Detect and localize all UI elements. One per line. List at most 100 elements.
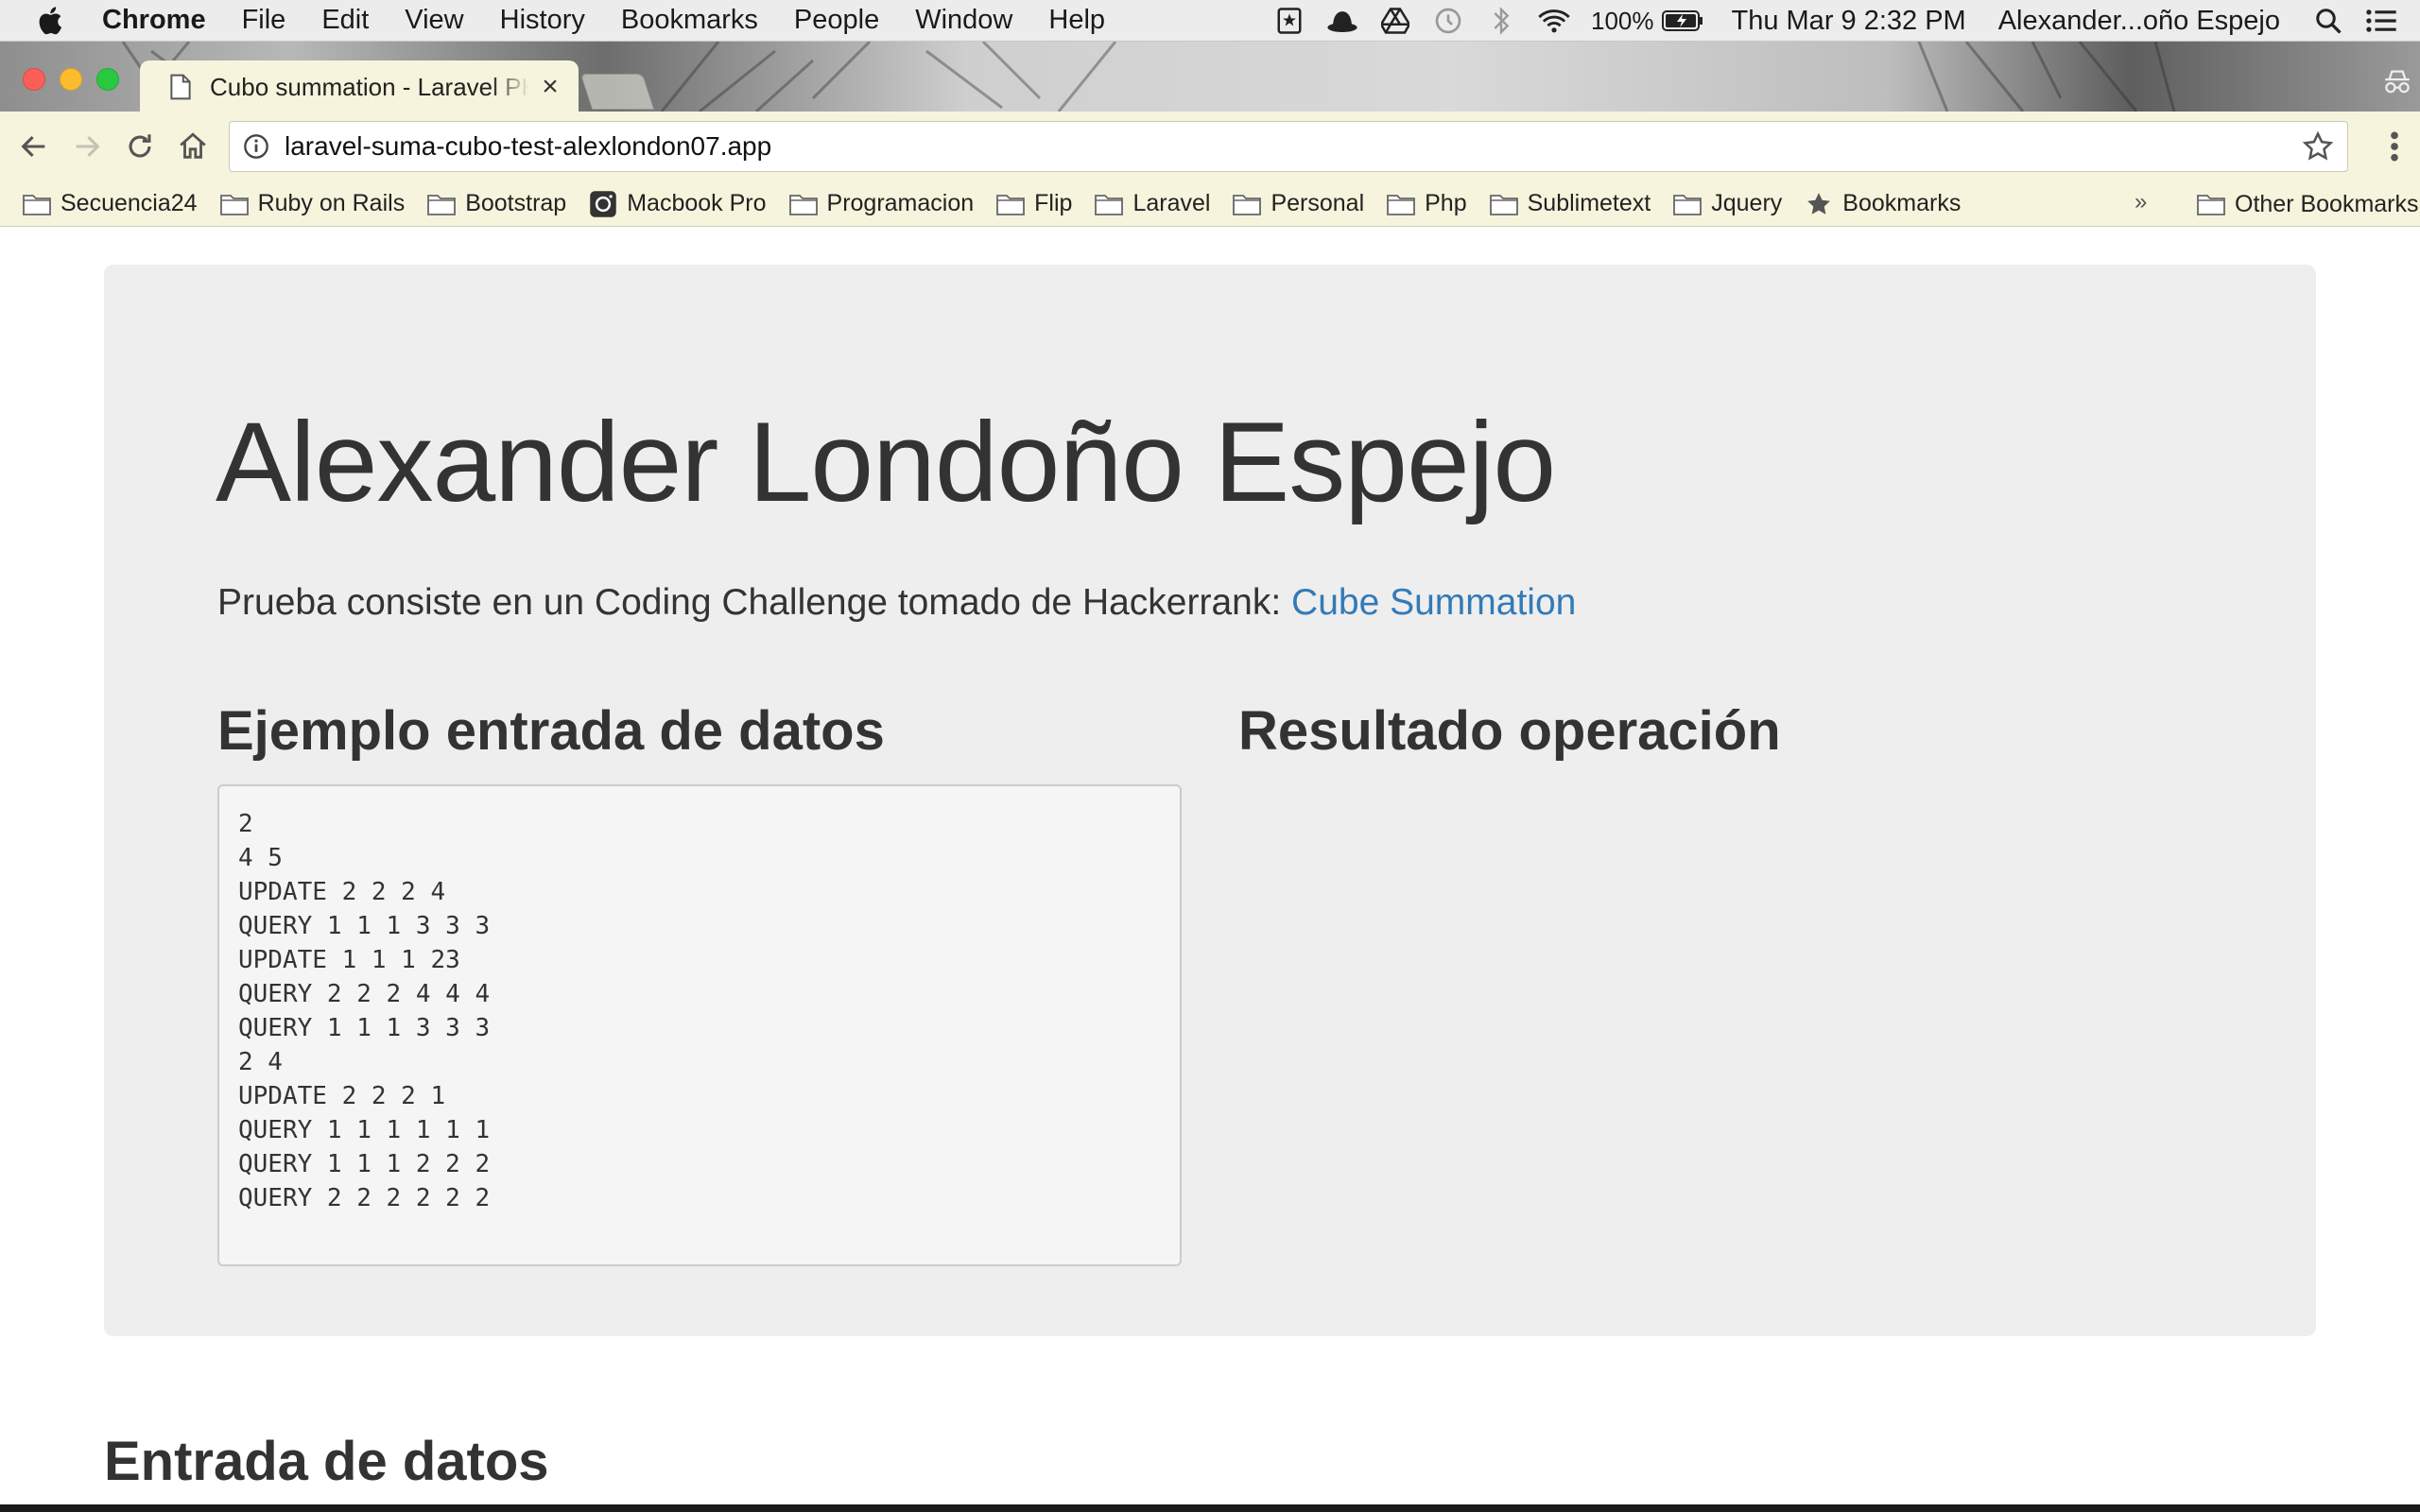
bookmark-macbook-pro[interactable]: Macbook Pro (589, 190, 767, 218)
bookmark-label: Sublimetext (1527, 190, 1651, 216)
menu-edit[interactable]: Edit (321, 5, 369, 36)
example-line: QUERY 1 1 1 3 3 3 (238, 912, 491, 940)
bookmark-ruby-on-rails[interactable]: Ruby on Rails (219, 190, 406, 217)
example-line: UPDATE 2 2 2 1 (238, 1082, 446, 1110)
bookmark-label: Laravel (1132, 190, 1211, 216)
jumbotron: Alexander Londoño Espejo Prueba consiste… (104, 265, 2316, 1336)
star-icon (1807, 192, 1831, 215)
example-input-block: 2 4 5 UPDATE 2 2 2 4 QUERY 1 1 1 3 3 3 U… (217, 784, 1182, 1266)
menu-people[interactable]: People (794, 5, 879, 36)
bookmark-programacion[interactable]: Programacion (788, 190, 975, 217)
tab-active[interactable]: Cubo summation - Laravel PHP × (140, 60, 579, 112)
bookmark-label: Other Bookmarks (2235, 190, 2419, 217)
result-heading: Resultado operación (1238, 700, 1781, 762)
bookmark-laravel[interactable]: Laravel (1095, 190, 1210, 217)
example-line: QUERY 1 1 1 2 2 2 (238, 1150, 491, 1178)
bowler-hat-icon[interactable] (1326, 5, 1358, 37)
user-name[interactable]: Alexander...oño Espejo (1998, 6, 2280, 37)
menu-history[interactable]: History (500, 5, 585, 36)
cube-summation-link[interactable]: Cube Summation (1291, 582, 1576, 623)
home-button[interactable] (174, 128, 212, 165)
time-machine-icon[interactable] (1432, 5, 1464, 37)
example-line: 4 5 (238, 844, 283, 872)
folder-icon (996, 194, 1026, 215)
battery-icon[interactable] (1661, 5, 1703, 37)
drive-icon[interactable] (1379, 5, 1411, 37)
folder-icon (1233, 194, 1262, 215)
spotlight-icon[interactable] (2312, 5, 2344, 37)
bookmark-bookmarks[interactable]: Bookmarks (1805, 190, 1961, 218)
example-line: QUERY 1 1 1 3 3 3 (238, 1014, 491, 1042)
window-zoom-button[interactable] (96, 68, 119, 91)
folder-icon (2197, 195, 2225, 215)
more-menu-icon[interactable] (2380, 128, 2409, 165)
script-editor-icon[interactable] (1273, 5, 1305, 37)
folder-icon (788, 194, 818, 215)
folder-icon (1095, 194, 1124, 215)
battery-percent: 100% (1591, 6, 1654, 35)
info-icon[interactable] (243, 133, 269, 160)
tab-title: Cubo summation - Laravel PHP (210, 72, 529, 101)
bookmark-jquery[interactable]: Jquery (1673, 190, 1782, 217)
bookmark-label: Ruby on Rails (257, 190, 406, 216)
menu-app-chrome[interactable]: Chrome (102, 5, 206, 36)
folder-icon (427, 194, 457, 215)
clock[interactable]: Thu Mar 9 2:32 PM (1732, 6, 1966, 37)
bookmark-personal[interactable]: Personal (1233, 190, 1364, 217)
bluetooth-icon[interactable] (1485, 5, 1517, 37)
bookmark-label: Jquery (1711, 190, 1783, 216)
notification-center-icon[interactable] (2365, 5, 2397, 37)
example-line: QUERY 2 2 2 4 4 4 (238, 980, 491, 1008)
wifi-icon[interactable] (1538, 5, 1570, 37)
reload-button[interactable] (121, 128, 159, 165)
window-close-button[interactable] (23, 68, 45, 91)
bookmark-star-icon[interactable] (2302, 130, 2334, 163)
menu-help[interactable]: Help (1048, 5, 1105, 36)
window-minimize-button[interactable] (60, 68, 82, 91)
tab-close-icon[interactable]: × (537, 71, 563, 102)
bookmark-label: Flip (1034, 190, 1073, 216)
example-line: 2 (238, 810, 253, 838)
page-icon (170, 74, 191, 100)
apple-icon[interactable] (36, 5, 68, 37)
url-text[interactable]: laravel-suma-cubo-test-alexlondon07.app (285, 131, 2302, 162)
menu-file[interactable]: File (242, 5, 286, 36)
example-line: QUERY 1 1 1 1 1 1 (238, 1116, 491, 1144)
forward-button[interactable] (68, 128, 106, 165)
window-bottom-edge (0, 1504, 2420, 1512)
incognito-icon[interactable] (2380, 66, 2414, 98)
address-bar[interactable]: laravel-suma-cubo-test-alexlondon07.app (229, 121, 2348, 172)
folder-icon (1489, 194, 1518, 215)
example-line: UPDATE 2 2 2 4 (238, 878, 446, 906)
bookmark-label: Personal (1270, 190, 1365, 216)
page-title: Alexander Londoño Espejo (216, 399, 1556, 525)
back-button[interactable] (15, 128, 53, 165)
macos-menu-bar: Chrome File Edit View History Bookmarks … (0, 0, 2420, 42)
bookmark-flip[interactable]: Flip (996, 190, 1072, 217)
menu-bookmarks[interactable]: Bookmarks (621, 5, 758, 36)
bookmark-bootstrap[interactable]: Bootstrap (427, 190, 566, 217)
browser-toolbar: laravel-suma-cubo-test-alexlondon07.app (0, 112, 2420, 181)
lead-text: Prueba consiste en un Coding Challenge t… (217, 582, 1292, 623)
menu-view[interactable]: View (405, 5, 463, 36)
bookmark-label: Macbook Pro (627, 190, 767, 216)
example-line: QUERY 2 2 2 2 2 2 (238, 1184, 491, 1212)
bookmark-label: Programacion (826, 190, 975, 216)
bookmark-secuencia24[interactable]: Secuencia24 (23, 190, 198, 217)
bookmark-label: Secuencia24 (60, 190, 198, 216)
camera-icon (590, 190, 616, 217)
example-line: UPDATE 1 1 1 23 (238, 946, 460, 974)
bookmark-sublimetext[interactable]: Sublimetext (1489, 190, 1651, 217)
menu-window[interactable]: Window (915, 5, 1012, 36)
example-heading: Ejemplo entrada de datos (217, 700, 885, 762)
page-content: Alexander Londoño Espejo Prueba consiste… (0, 228, 2420, 1512)
folder-icon (1673, 194, 1703, 215)
bookmark-php[interactable]: Php (1387, 190, 1467, 217)
folder-icon (23, 194, 51, 215)
bookmark-other-bookmarks[interactable]: Other Bookmarks (2197, 181, 2419, 227)
tab-strip: Cubo summation - Laravel PHP × (0, 42, 2420, 112)
bookmarks-overflow-chevron[interactable]: » (2135, 189, 2147, 215)
example-line: 2 4 (238, 1048, 283, 1076)
new-tab-button[interactable] (579, 74, 655, 110)
bookmark-label: Bootstrap (465, 190, 567, 216)
